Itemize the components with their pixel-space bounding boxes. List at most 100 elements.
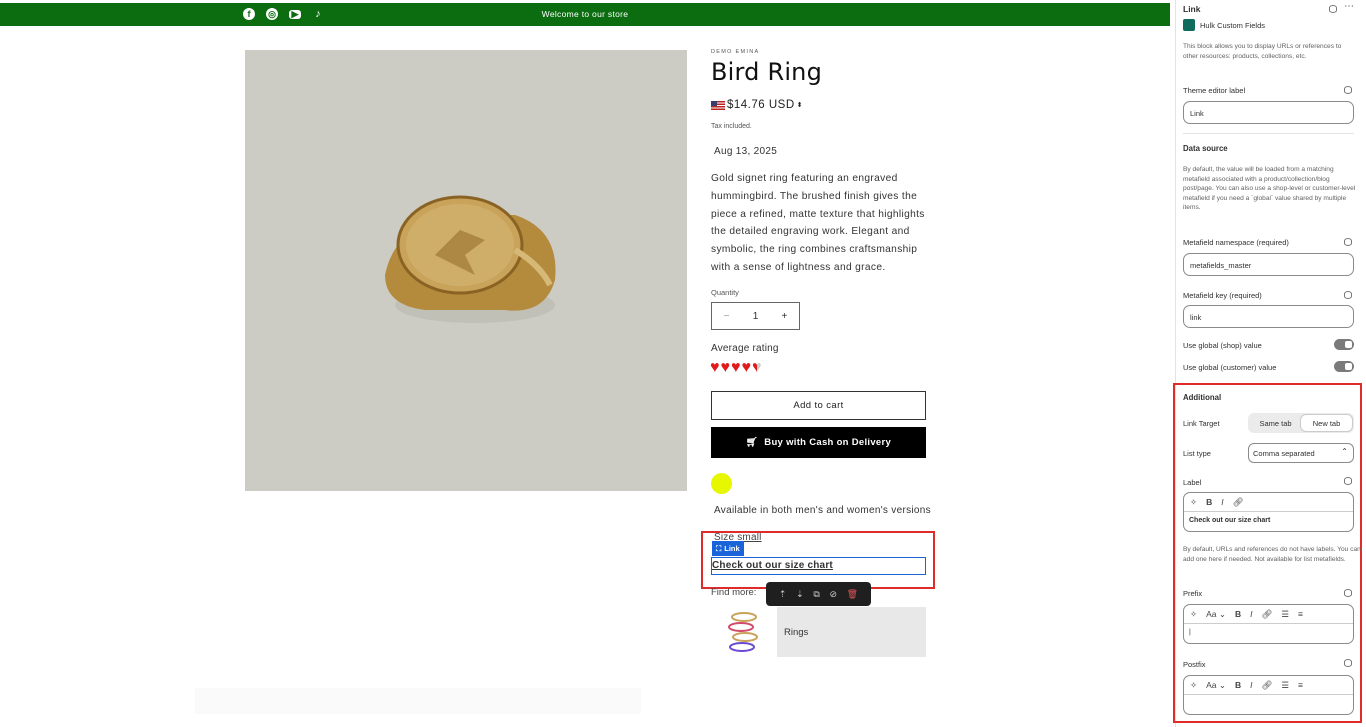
select-chevron-icon: ⌃ xyxy=(1341,447,1348,456)
buy-cod-button[interactable]: 🛒︎ Buy with Cash on Delivery xyxy=(711,427,926,458)
block-settings-panel: Link ⋯ Hulk Custom Fields This block all… xyxy=(1173,0,1366,727)
plus-button[interactable]: + xyxy=(782,311,788,322)
postfix-editor-toolbar: ✧ Aa ⌄ B I 🔗︎ ☰ ≡ xyxy=(1184,676,1353,695)
database-icon[interactable] xyxy=(1344,86,1352,94)
label-field-title: Label xyxy=(1183,478,1202,487)
us-flag-icon xyxy=(711,100,725,110)
product-date: Aug 13, 2025 xyxy=(714,146,778,157)
label-editor: ✧ B I 🔗︎ Check out our size chart xyxy=(1183,492,1354,532)
prefix-editor: ✧ Aa ⌄ B I 🔗︎ ☰ ≡ | xyxy=(1183,604,1354,644)
announcement-bar: f ◎ ▶ ♪ Welcome to our store xyxy=(0,3,1170,26)
theme-label-title: Theme editor label xyxy=(1183,86,1246,95)
collection-thumbnail xyxy=(711,607,777,657)
panel-title: Link xyxy=(1183,4,1201,14)
global-customer-toggle[interactable] xyxy=(1334,361,1354,372)
theme-label-field[interactable]: Link xyxy=(1183,101,1354,124)
global-customer-label: Use global (customer) value xyxy=(1183,363,1277,372)
rating-hearts: ♥ ♥ ♥ ♥ ♥ xyxy=(710,358,762,378)
numbered-list-icon[interactable]: ≡ xyxy=(1298,680,1303,690)
move-down-icon[interactable]: ⇣ xyxy=(796,589,804,600)
collection-card[interactable]: Rings xyxy=(711,607,926,657)
italic-icon[interactable]: I xyxy=(1250,609,1252,619)
magic-icon[interactable]: ✧ xyxy=(1190,497,1197,508)
postfix-editor-content[interactable] xyxy=(1184,695,1353,714)
half-heart-icon: ♥ xyxy=(752,359,762,376)
link-tag-label: Link xyxy=(724,544,740,553)
quantity-value[interactable]: 1 xyxy=(753,311,759,322)
global-shop-toggle[interactable] xyxy=(1334,339,1354,350)
more-options-icon[interactable]: ⋯ xyxy=(1344,1,1354,12)
key-field[interactable]: link xyxy=(1183,305,1354,328)
quantity-label: Quantity xyxy=(711,288,739,297)
font-size-label: Aa xyxy=(1206,608,1217,619)
database-icon[interactable] xyxy=(1344,477,1352,485)
link-icon[interactable]: 🔗︎ xyxy=(1233,497,1244,508)
heart-icon: ♥ xyxy=(720,359,731,376)
font-size-label: Aa xyxy=(1206,679,1217,690)
quantity-stepper: − 1 + xyxy=(711,302,800,330)
color-swatch[interactable] xyxy=(711,473,732,494)
move-up-icon[interactable]: ⇡ xyxy=(779,589,787,600)
heart-icon: ♥ xyxy=(741,359,752,376)
link-icon[interactable]: 🔗︎ xyxy=(1262,680,1273,691)
key-label: Metafield key (required) xyxy=(1183,291,1262,300)
link-block-tag[interactable]: ⛶ Link xyxy=(712,541,744,556)
data-source-desc: By default, the value will be loaded fro… xyxy=(1183,166,1356,212)
bold-icon[interactable]: B xyxy=(1206,497,1212,507)
italic-icon[interactable]: I xyxy=(1221,497,1223,507)
database-icon[interactable] xyxy=(1329,5,1337,13)
database-icon[interactable] xyxy=(1344,238,1352,246)
italic-icon[interactable]: I xyxy=(1250,680,1252,690)
buy-cod-label: Buy with Cash on Delivery xyxy=(764,437,892,448)
link-target-toggle: Same tab New tab xyxy=(1248,413,1354,433)
up-down-chevron-icon: ⬍ xyxy=(796,102,804,109)
label-editor-content[interactable]: Check out our size chart xyxy=(1184,512,1353,531)
tax-note: Tax included. xyxy=(711,123,752,130)
magic-icon[interactable]: ✧ xyxy=(1190,680,1197,691)
new-tab-option[interactable]: New tab xyxy=(1301,415,1352,431)
link-target-label: Link Target xyxy=(1183,419,1220,428)
database-icon[interactable] xyxy=(1344,659,1352,667)
app-name: Hulk Custom Fields xyxy=(1200,21,1266,30)
block-icon: ⛶ xyxy=(716,543,722,553)
font-size-dropdown[interactable]: Aa ⌄ xyxy=(1206,680,1226,691)
block-intro: This block allows you to display URLs or… xyxy=(1183,43,1342,60)
product-price: $14.76 USD xyxy=(727,99,795,111)
delete-icon[interactable]: 🗑︎ xyxy=(847,589,858,600)
numbered-list-icon[interactable]: ≡ xyxy=(1298,609,1303,619)
announcement-text: Welcome to our store xyxy=(541,9,629,19)
bold-icon[interactable]: B xyxy=(1235,609,1241,619)
rating-label: Average rating xyxy=(711,343,779,354)
prefix-editor-content[interactable]: | xyxy=(1184,624,1353,643)
list-type-select[interactable]: Comma separated ⌃ xyxy=(1248,443,1354,463)
same-tab-option[interactable]: Same tab xyxy=(1250,415,1301,431)
database-icon[interactable] xyxy=(1344,589,1352,597)
add-to-cart-button[interactable]: Add to cart xyxy=(711,391,926,420)
bullet-list-icon[interactable]: ☰ xyxy=(1281,609,1289,620)
list-type-value: Comma separated xyxy=(1253,449,1315,458)
namespace-field[interactable]: metafields_master xyxy=(1183,253,1354,276)
price-currency-selector[interactable]: $14.76 USD ⬍ xyxy=(711,99,803,111)
product-title: Bird Ring xyxy=(711,58,823,86)
database-icon[interactable] xyxy=(1344,291,1352,299)
minus-button[interactable]: − xyxy=(724,311,730,322)
hide-icon[interactable]: ⊘ xyxy=(829,589,837,600)
link-icon[interactable]: 🔗︎ xyxy=(1262,609,1273,620)
duplicate-icon[interactable]: ⧉ xyxy=(813,589,819,600)
size-chart-link[interactable]: Check out our size chart xyxy=(711,557,926,575)
product-image[interactable] xyxy=(245,50,687,491)
cart-icon: 🛒︎ xyxy=(745,437,759,448)
availability-text: Available in both men's and women's vers… xyxy=(714,505,931,516)
prefix-label: Prefix xyxy=(1183,589,1203,598)
rings-thumbnail-icon xyxy=(728,612,758,652)
font-size-dropdown[interactable]: Aa ⌄ xyxy=(1206,609,1226,620)
block-toolbar: ⇡ ⇣ ⧉ ⊘ 🗑︎ xyxy=(766,582,871,606)
footer-strip xyxy=(195,688,641,714)
magic-icon[interactable]: ✧ xyxy=(1190,609,1197,620)
prefix-editor-toolbar: ✧ Aa ⌄ B I 🔗︎ ☰ ≡ xyxy=(1184,605,1353,624)
product-description: Gold signet ring featuring an engraved h… xyxy=(711,173,925,273)
list-type-label: List type xyxy=(1183,449,1211,458)
namespace-label: Metafield namespace (required) xyxy=(1183,238,1289,247)
bold-icon[interactable]: B xyxy=(1235,680,1241,690)
bullet-list-icon[interactable]: ☰ xyxy=(1281,680,1289,691)
